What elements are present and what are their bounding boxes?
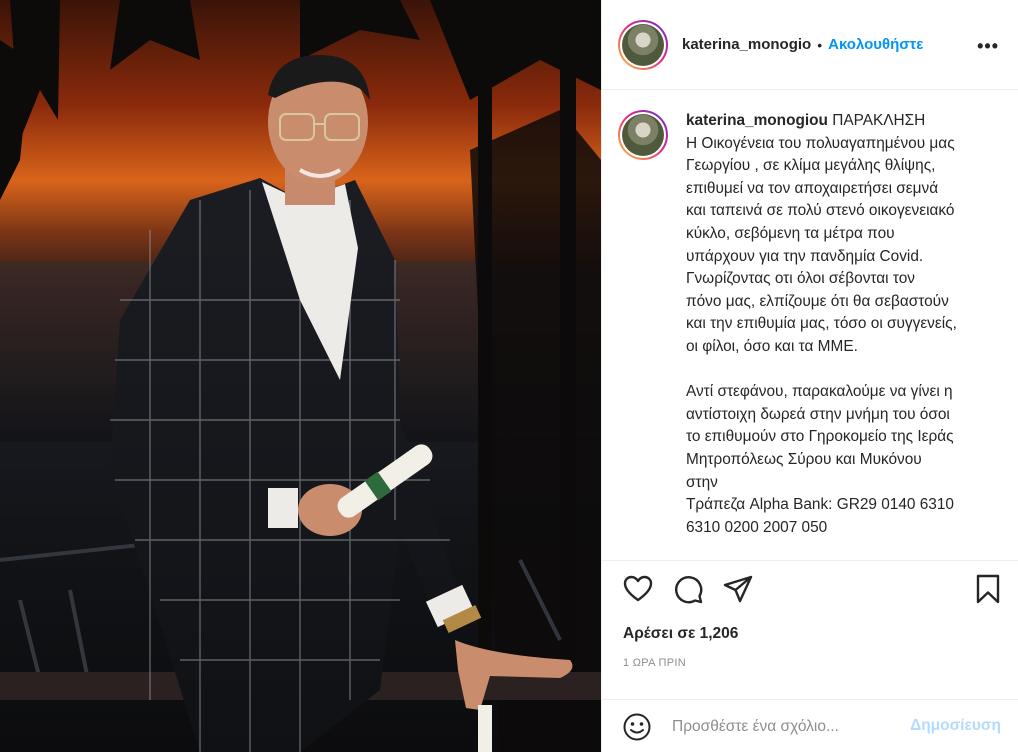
post-header: katerina_monogio • Ακολουθήστε ••• <box>602 0 1018 90</box>
photo-illustration <box>0 0 601 752</box>
action-icons <box>622 573 1002 605</box>
separator-dot: • <box>817 36 823 53</box>
avatar-image <box>622 23 664 66</box>
post-timestamp[interactable]: 1 ΩΡΑ ΠΡΙΝ <box>623 657 686 669</box>
bookmark-icon[interactable] <box>972 573 1004 605</box>
comment-input[interactable] <box>672 714 902 740</box>
avatar-image <box>622 114 664 156</box>
caption-username[interactable]: katerina_monogiou <box>686 112 828 129</box>
caption-text-block: katerina_monogiou ΠΑΡΑΚΛΗΣΗ Η Οικογένεια… <box>686 110 1003 560</box>
follow-button[interactable]: Ακολουθήστε <box>828 36 923 53</box>
author-avatar[interactable] <box>618 19 668 70</box>
paper-plane-icon[interactable] <box>722 573 754 605</box>
caption-author-avatar[interactable] <box>618 110 668 160</box>
comment-bar: Δημοσίευση <box>602 699 1018 752</box>
heart-icon[interactable] <box>622 573 654 605</box>
likes-count[interactable]: Αρέσει σε 1,206 <box>623 625 738 643</box>
more-options-icon[interactable]: ••• <box>977 36 999 57</box>
post-photo[interactable] <box>0 0 601 752</box>
caption-body: ΠΑΡΑΚΛΗΣΗ Η Οικογένεια του πολυαγαπημένο… <box>686 112 957 536</box>
post-caption: katerina_monogiou ΠΑΡΑΚΛΗΣΗ Η Οικογένεια… <box>602 90 1018 560</box>
post-comment-button[interactable]: Δημοσίευση <box>910 717 1001 735</box>
author-username[interactable]: katerina_monogio <box>682 36 811 53</box>
comment-icon[interactable] <box>672 573 704 605</box>
smiley-icon[interactable] <box>622 712 652 742</box>
post-side-panel: katerina_monogio • Ακολουθήστε ••• kater… <box>601 0 1018 752</box>
